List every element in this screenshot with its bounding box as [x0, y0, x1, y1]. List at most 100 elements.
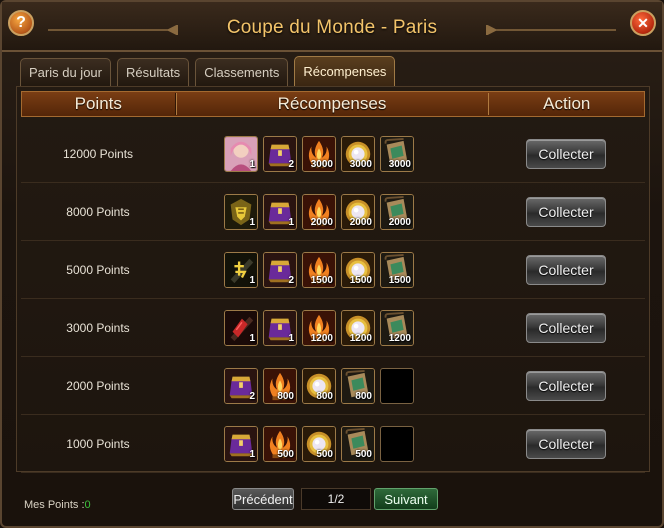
my-points: Mes Points :0 [24, 499, 91, 511]
purple-chest-icon[interactable]: 1 [263, 194, 297, 230]
reward-quantity: 2000 [388, 217, 411, 228]
purple-chest-icon[interactable]: 2 [224, 368, 258, 404]
collect-button[interactable]: Collecter [526, 139, 606, 169]
row-points-value: 1000 Points [66, 437, 130, 451]
reward-icon-list: 2 800 800 800 [224, 368, 414, 404]
reward-quantity: 800 [277, 391, 294, 402]
table-row: 5000 Points 1 2 1500 1500 1500 Collecter [21, 241, 645, 299]
gold-rune-icon[interactable]: 1 [224, 252, 258, 288]
rewards-table: Points Récompenses Action 12000 Points 1 2… [16, 86, 650, 473]
close-button[interactable]: ✕ [630, 10, 656, 36]
scroll-icon[interactable]: 800 [341, 368, 375, 404]
next-page-button[interactable]: Suivant [374, 488, 438, 510]
fire-pillar-icon[interactable]: 3000 [302, 136, 336, 172]
reward-quantity: 1 [288, 217, 294, 228]
purple-chest-icon[interactable]: 1 [224, 426, 258, 462]
reward-quantity: 2 [249, 391, 255, 402]
page-indicator: 1/2 [301, 488, 371, 510]
empty-slot [380, 368, 414, 404]
pearl-medallion-icon[interactable]: 2000 [341, 194, 375, 230]
purple-chest-icon[interactable]: 1 [263, 310, 297, 346]
row-points-value: 12000 Points [62, 147, 134, 161]
reward-quantity: 1200 [349, 333, 372, 344]
reward-quantity: 1 [288, 333, 294, 344]
reward-icon-list: 1 500 500 500 [224, 426, 414, 462]
reward-quantity: 1 [249, 159, 255, 170]
scroll-icon[interactable]: 1500 [380, 252, 414, 288]
reward-quantity: 1 [249, 217, 255, 228]
reward-quantity: 3000 [349, 159, 372, 170]
pearl-medallion-icon[interactable]: 3000 [341, 136, 375, 172]
tab-recompenses[interactable]: Récompenses [294, 56, 396, 86]
reward-quantity: 500 [277, 449, 294, 460]
reward-icon-list: 1 1 1200 1200 1200 [224, 310, 414, 346]
scroll-icon[interactable]: 500 [341, 426, 375, 462]
gold-crest-icon[interactable]: 1 [224, 194, 258, 230]
scroll-icon[interactable]: 1200 [380, 310, 414, 346]
reward-icon-list: 1 2 3000 3000 3000 [224, 136, 414, 172]
purple-chest-icon[interactable]: 2 [263, 252, 297, 288]
header-points: Points [74, 94, 122, 113]
hero-portrait-icon[interactable]: 1 [224, 136, 258, 172]
pearl-medallion-icon[interactable]: 1200 [341, 310, 375, 346]
collect-button[interactable]: Collecter [526, 313, 606, 343]
table-row: 2000 Points 2 800 800 800 Collecter [21, 357, 645, 415]
table-row: 8000 Points 1 1 2000 2000 2000 Collecter [21, 183, 645, 241]
tab-bar: Paris du jour Résultats Classements Réco… [20, 56, 396, 86]
table-row: 1000 Points 1 500 500 500 Collecter [21, 415, 645, 473]
purple-chest-icon[interactable]: 2 [263, 136, 297, 172]
fire-pillar-icon[interactable]: 500 [263, 426, 297, 462]
header-action: Action [543, 94, 591, 113]
reward-window: ? Coupe du Monde - Paris ✕ Paris du jour… [0, 0, 664, 528]
collect-button[interactable]: Collecter [526, 197, 606, 227]
reward-quantity: 500 [355, 449, 372, 460]
title-bar: ? Coupe du Monde - Paris ✕ [2, 2, 662, 52]
fire-pillar-icon[interactable]: 1200 [302, 310, 336, 346]
reward-quantity: 800 [355, 391, 372, 402]
row-points-value: 3000 Points [66, 321, 130, 335]
row-points-value: 8000 Points [66, 205, 130, 219]
red-rune-icon[interactable]: 1 [224, 310, 258, 346]
empty-slot [380, 426, 414, 462]
tab-paris-du-jour[interactable]: Paris du jour [20, 58, 111, 86]
reward-quantity: 3000 [388, 159, 411, 170]
scroll-icon[interactable]: 3000 [380, 136, 414, 172]
collect-button[interactable]: Collecter [526, 255, 606, 285]
fire-pillar-icon[interactable]: 2000 [302, 194, 336, 230]
row-points-value: 2000 Points [66, 379, 130, 393]
pearl-medallion-icon[interactable]: 800 [302, 368, 336, 404]
collect-button[interactable]: Collecter [526, 429, 606, 459]
reward-quantity: 1500 [388, 275, 411, 286]
reward-quantity: 1 [249, 449, 255, 460]
reward-quantity: 2000 [349, 217, 372, 228]
reward-quantity: 2 [288, 275, 294, 286]
scroll-icon[interactable]: 2000 [380, 194, 414, 230]
reward-quantity: 1200 [388, 333, 411, 344]
reward-quantity: 3000 [310, 159, 333, 170]
reward-quantity: 800 [316, 391, 333, 402]
tab-resultats[interactable]: Résultats [116, 58, 190, 86]
my-points-value: 0 [84, 499, 91, 511]
reward-quantity: 1500 [349, 275, 372, 286]
fire-pillar-icon[interactable]: 1500 [302, 252, 336, 288]
reward-icon-list: 1 1 2000 2000 2000 [224, 194, 414, 230]
reward-quantity: 2000 [310, 217, 333, 228]
pearl-medallion-icon[interactable]: 1500 [341, 252, 375, 288]
table-row: 12000 Points 1 2 3000 3000 3000 Collecter [21, 125, 645, 183]
collect-button[interactable]: Collecter [526, 371, 606, 401]
reward-quantity: 1500 [310, 275, 333, 286]
title-ornament-right [485, 22, 616, 37]
reward-quantity: 1200 [310, 333, 333, 344]
fire-pillar-icon[interactable]: 800 [263, 368, 297, 404]
reward-quantity: 1 [249, 275, 255, 286]
row-points-value: 5000 Points [66, 263, 130, 277]
reward-icon-list: 1 2 1500 1500 1500 [224, 252, 414, 288]
pearl-medallion-icon[interactable]: 500 [302, 426, 336, 462]
previous-page-button[interactable]: Précédent [232, 488, 294, 510]
reward-quantity: 500 [316, 449, 333, 460]
reward-quantity: 1 [249, 333, 255, 344]
table-header: Points Récompenses Action [21, 91, 645, 117]
header-rewards: Récompenses [277, 94, 387, 113]
reward-quantity: 2 [288, 159, 294, 170]
tab-classements[interactable]: Classements [195, 58, 289, 86]
